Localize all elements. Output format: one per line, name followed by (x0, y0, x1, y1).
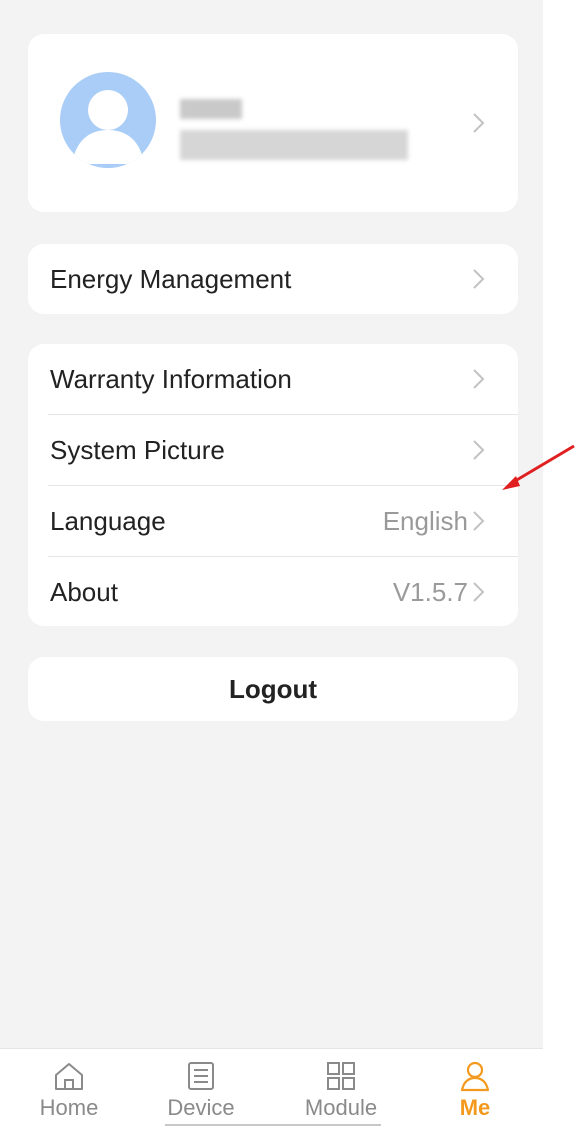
chevron-right-icon (466, 111, 490, 135)
system-picture-item[interactable]: System Picture (28, 415, 518, 485)
tab-device-label: Device (167, 1095, 235, 1120)
tab-device[interactable]: Device (146, 1049, 256, 1136)
about-item[interactable]: About V1.5.7 (28, 557, 518, 627)
warranty-information-label: Warranty Information (50, 364, 292, 394)
user-avatar-icon (60, 72, 156, 168)
tab-me[interactable]: Me (420, 1049, 530, 1136)
username-redacted (180, 99, 242, 119)
tab-me-label: Me (459, 1095, 491, 1120)
about-label: About (50, 577, 118, 607)
device-list-icon (188, 1062, 214, 1090)
logout-button[interactable]: Logout (28, 657, 518, 721)
tab-home-label: Home (39, 1095, 99, 1120)
profile-card[interactable] (28, 34, 518, 212)
account-id-redacted (180, 130, 408, 160)
chevron-right-icon (466, 267, 490, 291)
chevron-right-icon (466, 367, 490, 391)
person-icon (460, 1061, 490, 1092)
language-label: Language (50, 506, 166, 536)
energy-management-label: Energy Management (50, 264, 292, 294)
warranty-information-item[interactable]: Warranty Information (28, 344, 518, 414)
bottom-tab-bar: Home Device Module Me (0, 1048, 543, 1136)
settings-list: Warranty Information System Picture Lang… (28, 344, 518, 626)
chevron-right-icon (466, 580, 490, 604)
chevron-right-icon (466, 509, 490, 533)
me-screen: Energy Management Warranty Information S… (0, 0, 543, 1136)
language-value: English (382, 506, 468, 536)
tab-module[interactable]: Module (286, 1049, 396, 1136)
logout-label: Logout (228, 674, 318, 704)
home-icon (55, 1063, 83, 1090)
tab-home[interactable]: Home (14, 1049, 124, 1136)
energy-management-item[interactable]: Energy Management (28, 244, 518, 314)
language-item[interactable]: Language English (28, 486, 518, 556)
annotation-arrow-icon (502, 444, 575, 490)
app-version-value: V1.5.7 (392, 577, 468, 607)
module-grid-icon (327, 1062, 355, 1090)
tab-module-label: Module (304, 1095, 378, 1120)
home-indicator (165, 1124, 381, 1126)
system-picture-label: System Picture (50, 435, 225, 465)
chevron-right-icon (466, 438, 490, 462)
